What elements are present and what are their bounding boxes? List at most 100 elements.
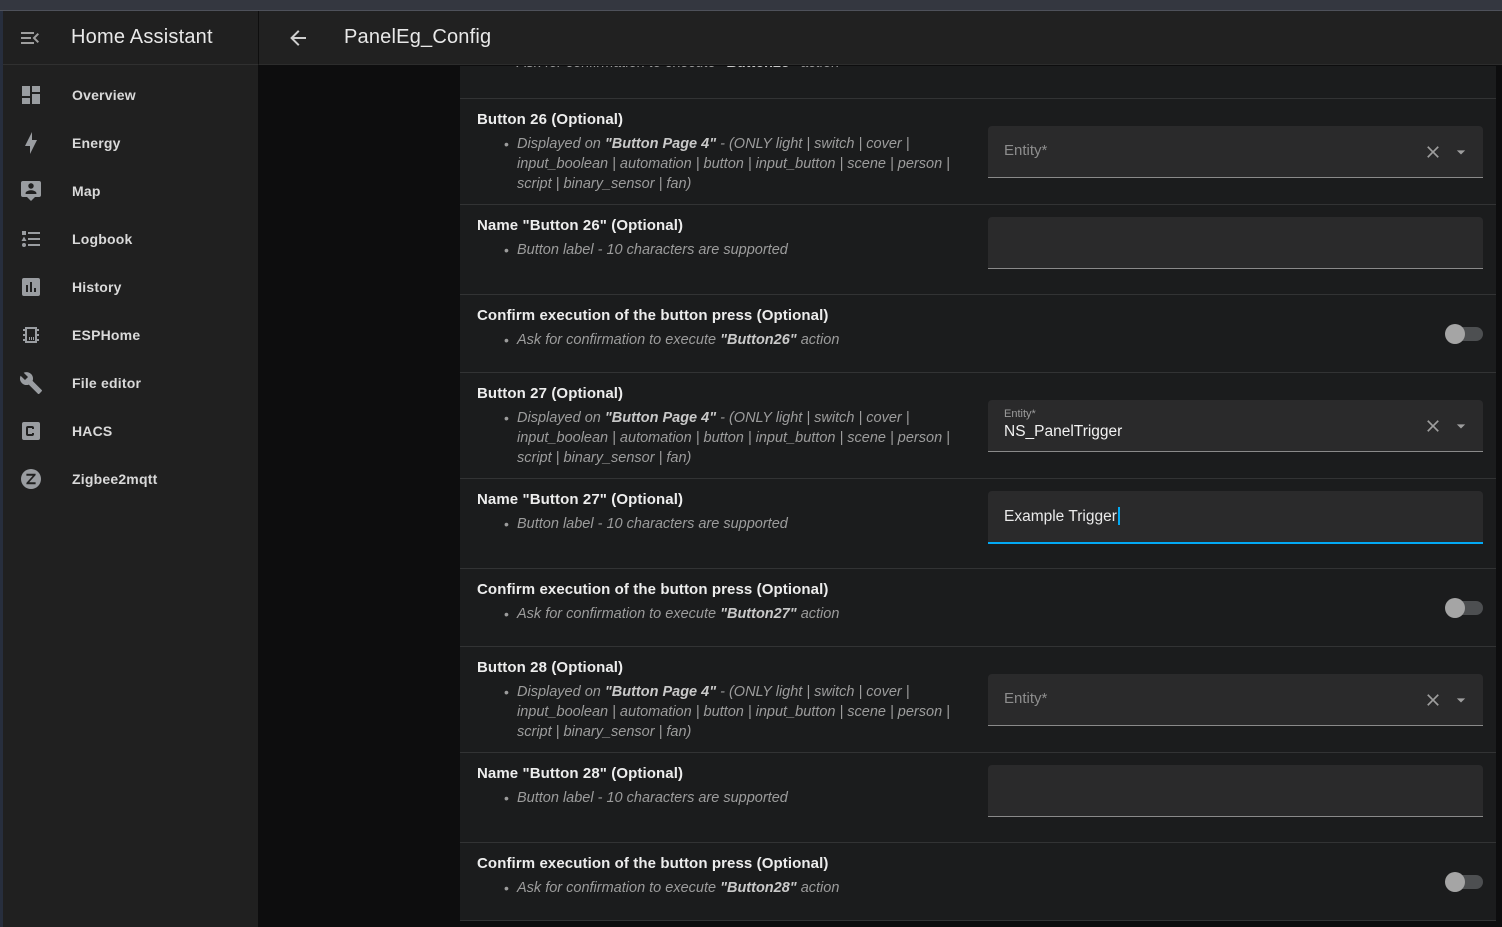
menu-open-icon[interactable] [18,26,42,50]
toggle-thumb[interactable] [1445,872,1465,892]
row-text: Button 28 (Optional) •Displayed on "Butto… [477,647,991,742]
row-control: Entity*NS_PanelTrigger [988,373,1483,478]
row-control [988,843,1483,920]
sidebar-item-map[interactable]: Map [0,167,258,215]
clear-icon[interactable] [1423,416,1443,436]
entity-select[interactable]: Entity* [988,126,1483,178]
dropdown-icon[interactable] [1451,142,1471,162]
config-row: Confirm execution of the button press (O… [460,842,1496,920]
menu-open-icon[interactable] [18,26,42,50]
chart-box-icon [19,275,43,299]
clear-icon-button[interactable] [1423,690,1443,710]
bullet-dot: • [504,514,517,534]
bullet-dot: • [504,878,517,898]
sidebar-item-label: History [72,279,122,295]
zigbee-icon [19,467,43,491]
back-arrow-icon[interactable] [286,26,310,50]
row-description: •Ask for confirmation to execute "Button… [477,604,991,624]
list-bulleted-icon [19,227,43,251]
clear-icon-button[interactable] [1423,142,1443,162]
zigbee-icon [19,467,43,491]
sidebar-item-overview[interactable]: Overview [0,71,258,119]
config-row: •Ask for confirmation to execute "Button… [460,66,1496,98]
clear-icon-button[interactable] [1423,416,1443,436]
row-control [988,295,1483,372]
confirm-toggle-switch[interactable] [1445,598,1483,618]
dropdown-icon[interactable] [1451,416,1471,436]
confirm-toggle-switch[interactable] [1445,324,1483,344]
toggle-thumb[interactable] [1445,324,1465,344]
row-title: Confirm execution of the button press (O… [477,855,991,872]
row-text: Name "Button 27" (Optional) •Button label… [477,479,991,534]
sidebar-item-logbook[interactable]: Logbook [0,215,258,263]
config-form: •Ask for confirmation to execute "Button… [460,66,1496,921]
row-description-text: Ask for confirmation to execute "Button2… [517,330,969,350]
row-description: •Ask for confirmation to execute "Button… [477,66,1496,73]
bullet-dot: • [504,604,517,624]
row-description: •Button label - 10 characters are suppor… [477,240,991,260]
bullet-dot: • [504,240,517,260]
name-text-input[interactable] [988,765,1483,817]
row-text: Confirm execution of the button press (O… [477,295,991,350]
entity-select[interactable]: Entity*NS_PanelTrigger [988,400,1483,452]
lightning-bolt-icon [19,131,43,155]
sidebar-item-zigbee2mqtt[interactable]: Zigbee2mqtt [0,455,258,503]
dropdown-icon-button[interactable] [1451,416,1471,436]
row-description-text: Ask for confirmation to execute "Button2… [517,878,969,898]
clear-icon[interactable] [1423,690,1443,710]
row-text: Button 26 (Optional)•Displayed on "Butto… [477,99,991,194]
config-row: Confirm execution of the button press (O… [460,568,1496,646]
dashboard-icon [19,83,43,107]
dashboard-icon [19,83,43,107]
bullet-dot: • [504,66,517,73]
sidebar-item-esphome[interactable]: ESPHome [0,311,258,359]
row-title: Name "Button 28" (Optional) [477,765,991,782]
toggle-thumb[interactable] [1445,598,1465,618]
entity-field-placeholder: Entity* [1004,690,1047,707]
arrow-left-icon[interactable] [286,26,310,50]
row-control [988,569,1483,646]
row-description: •Button label - 10 characters are suppor… [477,514,991,534]
row-text: Confirm execution of the button press (O… [477,843,991,898]
config-row: Button 26 (Optional)•Displayed on "Butto… [460,98,1496,204]
sidebar-item-label: Overview [72,87,136,103]
confirm-toggle-switch[interactable] [1445,872,1483,892]
row-description-text: Button label - 10 characters are support… [517,788,969,808]
sidebar-item-label: ESPHome [72,327,140,343]
bullet-dot: • [504,682,517,742]
config-row: Button 27 (Optional)•Displayed on "Butto… [460,372,1496,478]
lightning-bolt-icon [19,131,43,155]
entity-field-value: NS_PanelTrigger [1004,423,1122,441]
letter-c-box-icon [19,419,43,443]
row-description: •Displayed on "Button Page 4" - (ONLY li… [477,134,991,194]
chip-icon [19,323,43,347]
row-title: Name "Button 26" (Optional) [477,217,991,234]
dropdown-icon-button[interactable] [1451,690,1471,710]
dropdown-icon-button[interactable] [1451,142,1471,162]
sidebar-item-label: Map [72,183,101,199]
sidebar-item-hacs[interactable]: HACS [0,407,258,455]
row-text: Name "Button 28" (Optional)•Button label… [477,753,991,808]
bullet-dot: • [504,330,517,350]
name-text-input[interactable] [988,217,1483,269]
bullet-dot: • [504,408,517,468]
app-title: Home Assistant [71,26,213,49]
sidebar-item-energy[interactable]: Energy [0,119,258,167]
sidebar-item-file-editor[interactable]: File editor [0,359,258,407]
row-title: Button 28 (Optional) [477,659,991,676]
sidebar-item-history[interactable]: History [0,263,258,311]
row-description: •Displayed on "Button Page 4" - (ONLY li… [477,682,991,742]
entity-field-placeholder: Entity* [1004,142,1047,159]
row-control [988,205,1483,294]
row-description-text: Displayed on "Button Page 4" - (ONLY lig… [517,682,969,742]
entity-select[interactable]: Entity* [988,674,1483,726]
row-description-text: Ask for confirmation to execute "Button2… [517,66,969,73]
name-text-input[interactable]: Example Trigger [988,491,1483,544]
config-row: Confirm execution of the button press (O… [460,294,1496,372]
dropdown-icon[interactable] [1451,690,1471,710]
config-row: Name "Button 26" (Optional) •Button label… [460,204,1496,294]
clear-icon[interactable] [1423,142,1443,162]
config-row: Name "Button 28" (Optional)•Button label… [460,752,1496,842]
row-control: Entity* [988,647,1483,752]
row-title: Name "Button 27" (Optional) [477,491,991,508]
